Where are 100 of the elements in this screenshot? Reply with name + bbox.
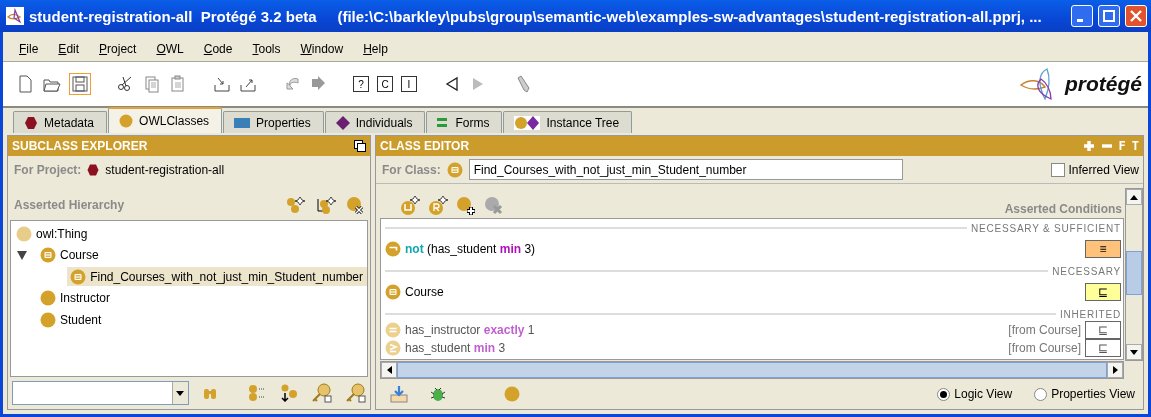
tab[interactable]: Metadata <box>13 111 108 133</box>
remove-class-icon[interactable] <box>484 196 504 216</box>
query-button[interactable]: C <box>377 76 393 92</box>
tab[interactable]: Instance Tree <box>503 111 633 133</box>
create-union-icon[interactable] <box>400 196 420 216</box>
plus-icon[interactable] <box>1082 140 1095 152</box>
defined-class-icon <box>70 268 87 285</box>
tree-item[interactable]: Instructor <box>37 288 114 308</box>
radio-button[interactable] <box>1034 387 1048 401</box>
minimize-icon <box>1077 18 1083 22</box>
tree-item[interactable]: Find_Courses_with_not_just_min_Student_number <box>67 267 367 287</box>
radio-button[interactable] <box>937 387 951 401</box>
search-field[interactable] <box>12 381 189 405</box>
field-label: For Class: <box>382 162 441 177</box>
scrollbar-thumb[interactable] <box>1126 251 1142 295</box>
section-header: NECESSARY & SUFFICIENT <box>970 222 1121 234</box>
radio-label[interactable]: Properties View <box>1051 387 1135 401</box>
diamond-icon <box>335 115 350 130</box>
class-icon <box>40 290 56 307</box>
condition-text[interactable]: not (has_student min 3) <box>405 242 536 256</box>
class-icon <box>16 225 32 242</box>
query-button[interactable]: I <box>401 76 417 92</box>
window-title: student-registration-all Protégé 3.2 beta (file:\C:\barkley\pubs\group\semantic-web\examples-sw-advantages\student-registration-all.pprj, ... <box>29 7 1043 25</box>
menu-item[interactable]: Edit <box>48 39 90 58</box>
defined-class-icon <box>446 161 463 178</box>
condition-type-marker[interactable]: ⊑ <box>1085 339 1121 357</box>
create-restriction-icon[interactable] <box>428 196 448 216</box>
checkbox-label[interactable]: Inferred View <box>1068 162 1139 177</box>
rectangle-icon <box>234 116 251 129</box>
class-name-field[interactable]: Find_Courses_with_not_just_min_Student_number <box>468 159 903 180</box>
hexagon-icon <box>87 164 100 176</box>
menu-item[interactable]: Window <box>290 39 354 58</box>
import-icon[interactable] <box>213 75 231 93</box>
expanded-arrow-icon[interactable] <box>17 250 27 261</box>
panel-title: CLASS EDITOR <box>380 139 471 153</box>
menu-item[interactable]: File <box>9 39 49 58</box>
key-icon[interactable] <box>346 383 366 403</box>
scrollbar-thumb[interactable] <box>397 362 1107 378</box>
section-label: Asserted Conditions <box>1003 202 1123 216</box>
binoculars-icon[interactable] <box>202 386 217 400</box>
move-down-icon[interactable] <box>280 384 298 402</box>
defined-class-icon <box>40 247 56 264</box>
tab[interactable]: Properties <box>223 111 324 133</box>
horizontal-scrollbar[interactable] <box>380 361 1124 379</box>
class-icon <box>40 311 56 328</box>
circle-icon <box>119 114 134 128</box>
paste-icon[interactable] <box>169 75 187 93</box>
import-tray-icon[interactable] <box>390 385 408 403</box>
menu-item[interactable]: OWL <box>146 39 194 58</box>
class-icon[interactable] <box>504 386 520 402</box>
maximize-button[interactable] <box>1098 5 1120 27</box>
vertical-scrollbar[interactable] <box>1125 188 1143 361</box>
checkbox[interactable] <box>1050 162 1065 177</box>
greater-equal-icon <box>385 340 401 356</box>
condition-text[interactable]: has_student min 3 <box>405 341 506 355</box>
new-file-icon[interactable] <box>17 75 35 93</box>
section-header: INHERITED <box>1059 308 1121 320</box>
condition-type-marker[interactable]: ⊑ <box>1085 283 1121 301</box>
copy-icon[interactable] <box>143 75 161 93</box>
left-arrow-icon <box>386 366 392 374</box>
tree-item[interactable]: Student <box>37 310 106 330</box>
bug-icon[interactable] <box>430 386 446 402</box>
tab[interactable]: OWLClasses <box>108 107 223 133</box>
condition-type-marker[interactable]: ≡ <box>1085 240 1121 258</box>
key-icon[interactable] <box>312 383 332 403</box>
undo-arrow-icon[interactable] <box>283 75 301 93</box>
delete-class-icon[interactable] <box>346 196 364 214</box>
condition-text[interactable]: has_instructor exactly 1 <box>405 323 535 337</box>
add-class-icon[interactable] <box>456 196 476 216</box>
tab[interactable]: Individuals <box>324 111 426 133</box>
field-label: For Project: <box>14 163 82 177</box>
condition-text[interactable]: Course <box>405 285 444 299</box>
menu-item[interactable]: Tools <box>242 39 291 58</box>
tab[interactable]: Forms <box>426 111 503 133</box>
save-icon[interactable] <box>71 75 89 93</box>
menu-item[interactable]: Code <box>193 39 243 58</box>
menu-item[interactable]: Help <box>353 39 398 58</box>
inherited-source: [from Course] <box>1008 341 1081 355</box>
minimize-button[interactable] <box>1071 5 1093 27</box>
condition-type-marker[interactable]: ⊑ <box>1085 321 1121 339</box>
list-classes-icon[interactable] <box>248 384 266 402</box>
tree-item[interactable]: owl:Thing <box>13 224 92 244</box>
bars-icon <box>437 116 450 129</box>
equals-icon <box>385 322 401 338</box>
section-label: Asserted Hierarchy <box>14 198 126 212</box>
close-icon <box>1129 9 1143 23</box>
radio-label[interactable]: Logic View <box>954 387 1013 401</box>
defined-class-icon <box>385 284 401 300</box>
app-icon <box>6 7 24 25</box>
windows-icon[interactable] <box>354 140 366 152</box>
query-button[interactable]: ? <box>353 76 369 92</box>
add-subclass-icon[interactable] <box>286 196 306 214</box>
redo-arrow-icon[interactable] <box>309 75 327 93</box>
add-sibling-icon[interactable] <box>316 196 336 214</box>
maximize-icon <box>1102 9 1116 23</box>
dropdown-arrow-icon[interactable] <box>176 390 185 396</box>
close-button[interactable] <box>1125 5 1147 27</box>
tree-item[interactable]: Course <box>37 245 103 265</box>
logo-text: protégé <box>1065 72 1142 96</box>
menu-item[interactable]: Project <box>89 39 147 58</box>
